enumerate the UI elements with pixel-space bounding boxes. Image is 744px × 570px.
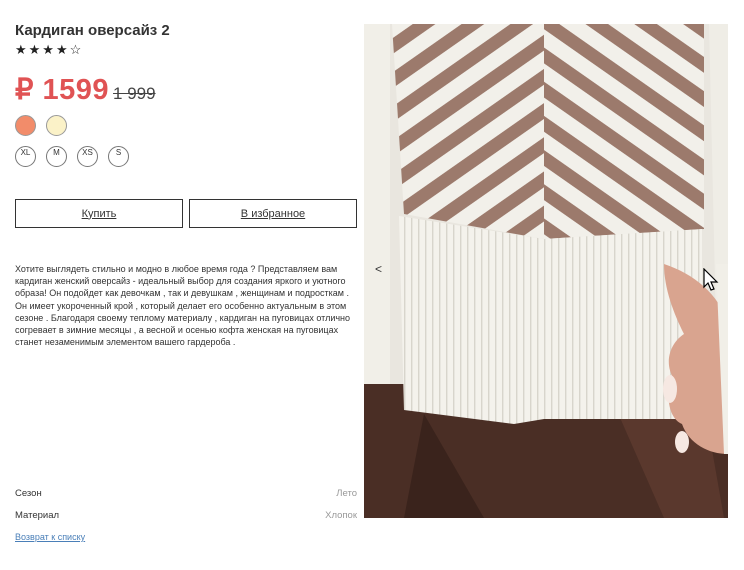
size-option-s[interactable]: S bbox=[108, 146, 129, 167]
attribute-key: Материал bbox=[15, 509, 60, 521]
color-options bbox=[15, 115, 357, 136]
attribute-key: Сезон bbox=[15, 487, 42, 499]
rating-stars: ★★★★☆ bbox=[15, 42, 84, 57]
size-option-m[interactable]: M bbox=[46, 146, 67, 167]
color-swatch-coral[interactable] bbox=[15, 115, 36, 136]
attribute-row-material: Материал Хлопок bbox=[15, 504, 357, 526]
back-to-list-link[interactable]: Возврат к списку bbox=[15, 532, 85, 542]
price-row: ₽ 1599 1 999 bbox=[15, 72, 357, 107]
product-title: Кардиган оверсайз 2 bbox=[15, 22, 170, 39]
product-photo bbox=[364, 24, 728, 518]
product-attributes: Сезон Лето Материал Хлопок bbox=[15, 482, 357, 526]
color-swatch-cream[interactable] bbox=[46, 115, 67, 136]
action-buttons: Купить В избранное bbox=[15, 199, 357, 228]
size-option-xl[interactable]: XL bbox=[15, 146, 36, 167]
mouse-pointer-icon bbox=[703, 267, 719, 297]
attribute-value: Хлопок bbox=[325, 509, 357, 521]
current-price: ₽ 1599 bbox=[15, 74, 110, 106]
gallery-prev-arrow[interactable]: < bbox=[375, 262, 382, 276]
size-options: XL M XS S bbox=[15, 146, 357, 167]
product-info: Кардиган оверсайз 2 ★★★★☆ ₽ 1599 1 999 X… bbox=[15, 22, 357, 167]
add-to-favorites-button[interactable]: В избранное bbox=[189, 199, 357, 228]
attribute-row-season: Сезон Лето bbox=[15, 482, 357, 504]
attribute-value: Лето bbox=[336, 487, 357, 499]
buy-button[interactable]: Купить bbox=[15, 199, 183, 228]
size-option-xs[interactable]: XS bbox=[77, 146, 98, 167]
product-description: Хотите выглядеть стильно и модно в любое… bbox=[15, 264, 351, 348]
product-image bbox=[364, 24, 728, 518]
old-price: 1 999 bbox=[113, 84, 156, 103]
